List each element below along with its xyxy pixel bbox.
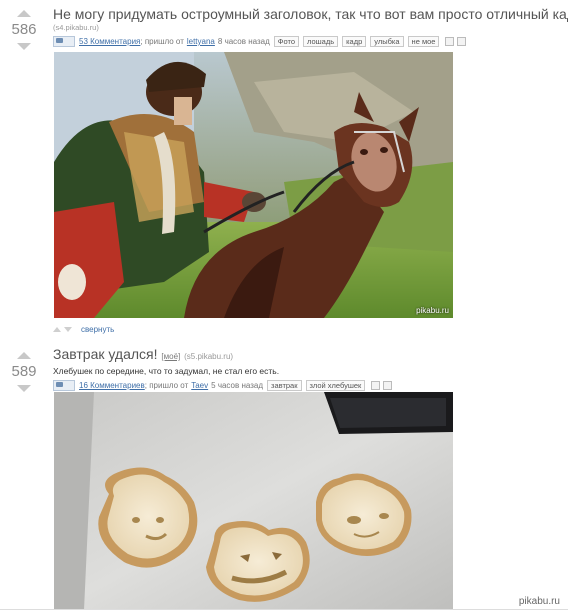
post-time: 5 часов назад (211, 381, 264, 390)
post-time: 8 часов назад (217, 37, 270, 46)
post-source[interactable]: (s4.pikabu.ru) (53, 23, 568, 33)
collapse-link[interactable]: свернуть (81, 325, 114, 334)
tag[interactable]: завтрак (267, 380, 302, 391)
mine-tag[interactable]: [моё] (161, 352, 180, 361)
horse-photo (54, 52, 453, 318)
post-title-row: Завтрак удался! [моё] (s5.pikabu.ru) (53, 346, 392, 365)
hide-post-icon[interactable] (371, 381, 381, 390)
comments-link[interactable]: 16 Комментариев (79, 379, 145, 392)
image-type-icon (53, 380, 75, 391)
post-image-bread[interactable] (54, 392, 453, 610)
post-content: Не могу придумать остроумный заголовок, … (53, 6, 568, 48)
comments-link[interactable]: 53 Комментария (79, 35, 140, 48)
image-watermark: pikabu.ru (416, 306, 449, 315)
downvote-icon[interactable] (17, 43, 31, 50)
post-image-horse[interactable]: pikabu.ru (54, 52, 453, 318)
hide-post-icon[interactable] (445, 37, 455, 46)
upvote-icon[interactable] (17, 10, 31, 17)
footer-watermark: pikabu.ru (518, 596, 560, 607)
author-link[interactable]: lettyana (187, 35, 215, 48)
post-source[interactable]: (s5.pikabu.ru) (184, 352, 233, 361)
tag[interactable]: улыбка (370, 36, 404, 47)
mini-upvote-icon[interactable] (53, 327, 61, 332)
tag[interactable]: кадр (342, 36, 367, 47)
image-type-icon (53, 36, 75, 47)
post-rating: 586 (11, 21, 37, 38)
tag[interactable]: лошадь (303, 36, 339, 47)
tag[interactable]: не мое (407, 36, 440, 47)
post-title[interactable]: Завтрак удался! (53, 346, 158, 362)
post-rating: 589 (11, 363, 37, 380)
post-description: Хлебушек по середине, что то задумал, не… (53, 366, 280, 376)
mini-downvote-icon[interactable] (64, 327, 72, 332)
author-link[interactable]: Taev (191, 379, 208, 392)
came-from-label: ; пришло от (140, 37, 184, 46)
post-content: Завтрак удался! [моё] (s5.pikabu.ru) Хле… (53, 346, 393, 392)
collapse-row: свернуть (53, 325, 114, 334)
save-post-icon[interactable] (383, 381, 393, 390)
downvote-icon[interactable] (17, 385, 31, 392)
vote-block: 589 (6, 352, 42, 392)
bread-photo (54, 392, 453, 610)
vote-block: 586 (6, 10, 42, 50)
post-meta: 16 Комментариев ; пришло от Taev 5 часов… (53, 379, 393, 392)
post-title[interactable]: Не могу придумать остроумный заголовок, … (53, 6, 568, 23)
tag[interactable]: злой хлебушек (305, 380, 366, 391)
upvote-icon[interactable] (17, 352, 31, 359)
post-meta: 53 Комментария ; пришло от lettyana 8 ча… (53, 35, 568, 48)
tag[interactable]: Фото (273, 36, 299, 47)
save-post-icon[interactable] (457, 37, 467, 46)
came-from-label: ; пришло от (144, 381, 189, 390)
